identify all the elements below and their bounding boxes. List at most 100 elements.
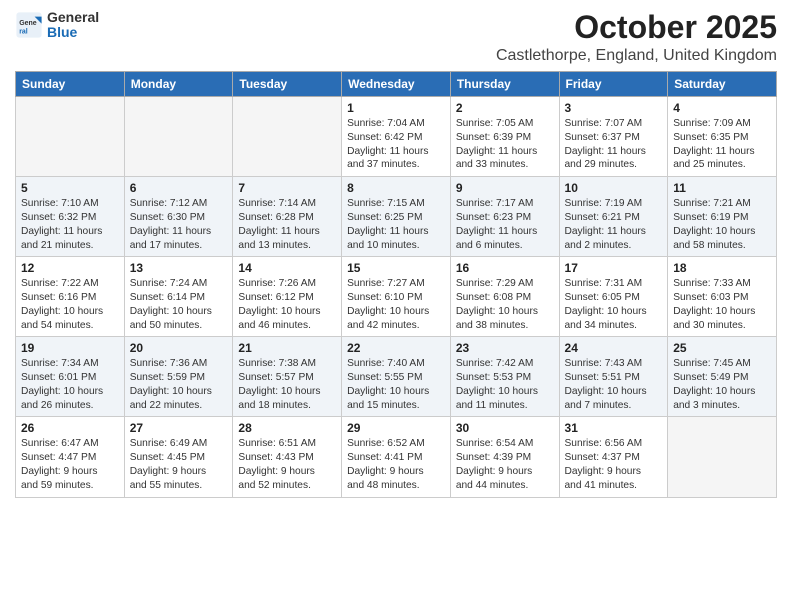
logo-text: General Blue xyxy=(47,10,99,41)
day-info: Sunrise: 6:49 AMSunset: 4:45 PMDaylight:… xyxy=(130,437,228,492)
day-number: 28 xyxy=(238,421,336,435)
calendar-cell: 26 Sunrise: 6:47 AMSunset: 4:47 PMDayligh… xyxy=(16,417,125,497)
col-thursday: Thursday xyxy=(450,72,559,97)
day-info: Sunrise: 7:33 AMSunset: 6:03 PMDaylight:… xyxy=(673,277,771,332)
calendar-cell: 24 Sunrise: 7:43 AMSunset: 5:51 PMDayligh… xyxy=(559,337,668,417)
day-number: 14 xyxy=(238,261,336,275)
svg-text:Gene: Gene xyxy=(19,20,37,27)
col-tuesday: Tuesday xyxy=(233,72,342,97)
col-sunday: Sunday xyxy=(16,72,125,97)
day-number: 25 xyxy=(673,341,771,355)
calendar-cell: 13Sunrise: 7:24 AMSunset: 6:14 PMDayligh… xyxy=(124,257,233,337)
calendar-cell: 15Sunrise: 7:27 AMSunset: 6:10 PMDayligh… xyxy=(342,257,451,337)
calendar-cell xyxy=(124,97,233,177)
day-number: 3 xyxy=(565,101,663,115)
day-number: 7 xyxy=(238,181,336,195)
day-info: Sunrise: 7:43 AMSunset: 5:51 PMDaylight:… xyxy=(565,357,663,412)
day-info: Sunrise: 7:14 AMSunset: 6:28 PMDaylight:… xyxy=(238,197,336,252)
calendar-cell: 11Sunrise: 7:21 AMSunset: 6:19 PMDayligh… xyxy=(668,177,777,257)
calendar-week-row: 26 Sunrise: 6:47 AMSunset: 4:47 PMDayligh… xyxy=(16,417,777,497)
day-number: 24 xyxy=(565,341,663,355)
calendar-cell: 18 Sunrise: 7:33 AMSunset: 6:03 PMDayligh… xyxy=(668,257,777,337)
svg-text:ral: ral xyxy=(19,29,28,36)
day-info: Sunrise: 7:12 AMSunset: 6:30 PMDaylight:… xyxy=(130,197,228,252)
day-info: Sunrise: 7:22 AMSunset: 6:16 PMDaylight:… xyxy=(21,277,119,332)
day-number: 26 xyxy=(21,421,119,435)
calendar-cell: 22Sunrise: 7:40 AMSunset: 5:55 PMDayligh… xyxy=(342,337,451,417)
day-number: 5 xyxy=(21,181,119,195)
col-friday: Friday xyxy=(559,72,668,97)
calendar-cell: 17 Sunrise: 7:31 AMSunset: 6:05 PMDayligh… xyxy=(559,257,668,337)
calendar-week-row: 5Sunrise: 7:10 AMSunset: 6:32 PMDaylight… xyxy=(16,177,777,257)
day-info: Sunrise: 7:07 AMSunset: 6:37 PMDaylight:… xyxy=(565,117,663,172)
day-number: 17 xyxy=(565,261,663,275)
calendar-cell xyxy=(16,97,125,177)
day-info: Sunrise: 6:56 AMSunset: 4:37 PMDaylight:… xyxy=(565,437,663,492)
day-info: Sunrise: 7:04 AMSunset: 6:42 PMDaylight:… xyxy=(347,117,445,172)
day-info: Sunrise: 7:31 AMSunset: 6:05 PMDaylight:… xyxy=(565,277,663,332)
calendar-cell: 10 Sunrise: 7:19 AMSunset: 6:21 PMDayligh… xyxy=(559,177,668,257)
calendar-cell: 9Sunrise: 7:17 AMSunset: 6:23 PMDaylight… xyxy=(450,177,559,257)
calendar-cell: 3 Sunrise: 7:07 AMSunset: 6:37 PMDaylight… xyxy=(559,97,668,177)
day-info: Sunrise: 6:54 AMSunset: 4:39 PMDaylight:… xyxy=(456,437,554,492)
day-number: 18 xyxy=(673,261,771,275)
day-info: Sunrise: 7:42 AMSunset: 5:53 PMDaylight:… xyxy=(456,357,554,412)
day-info: Sunrise: 6:52 AMSunset: 4:41 PMDaylight:… xyxy=(347,437,445,492)
day-number: 1 xyxy=(347,101,445,115)
calendar-cell: 19Sunrise: 7:34 AMSunset: 6:01 PMDayligh… xyxy=(16,337,125,417)
calendar-week-row: 12Sunrise: 7:22 AMSunset: 6:16 PMDayligh… xyxy=(16,257,777,337)
calendar-cell: 8Sunrise: 7:15 AMSunset: 6:25 PMDaylight… xyxy=(342,177,451,257)
col-saturday: Saturday xyxy=(668,72,777,97)
day-number: 10 xyxy=(565,181,663,195)
header: Gene ral General Blue October 2025 Castl… xyxy=(15,10,777,65)
main-title: October 2025 xyxy=(496,10,777,45)
calendar-table: Sunday Monday Tuesday Wednesday Thursday… xyxy=(15,71,777,497)
day-info: Sunrise: 6:51 AMSunset: 4:43 PMDaylight:… xyxy=(238,437,336,492)
day-info: Sunrise: 7:15 AMSunset: 6:25 PMDaylight:… xyxy=(347,197,445,252)
day-number: 4 xyxy=(673,101,771,115)
day-info: Sunrise: 7:38 AMSunset: 5:57 PMDaylight:… xyxy=(238,357,336,412)
day-number: 9 xyxy=(456,181,554,195)
day-number: 21 xyxy=(238,341,336,355)
day-info: Sunrise: 7:45 AMSunset: 5:49 PMDaylight:… xyxy=(673,357,771,412)
day-number: 23 xyxy=(456,341,554,355)
day-info: Sunrise: 7:19 AMSunset: 6:21 PMDaylight:… xyxy=(565,197,663,252)
logo-blue: Blue xyxy=(47,25,99,40)
calendar-cell xyxy=(668,417,777,497)
day-info: Sunrise: 7:27 AMSunset: 6:10 PMDaylight:… xyxy=(347,277,445,332)
calendar-cell: 27 Sunrise: 6:49 AMSunset: 4:45 PMDayligh… xyxy=(124,417,233,497)
calendar-cell: 30 Sunrise: 6:54 AMSunset: 4:39 PMDayligh… xyxy=(450,417,559,497)
day-number: 16 xyxy=(456,261,554,275)
day-number: 6 xyxy=(130,181,228,195)
day-info: Sunrise: 7:26 AMSunset: 6:12 PMDaylight:… xyxy=(238,277,336,332)
day-number: 19 xyxy=(21,341,119,355)
logo-general: General xyxy=(47,10,99,25)
day-number: 20 xyxy=(130,341,228,355)
calendar-cell: 16 Sunrise: 7:29 AMSunset: 6:08 PMDayligh… xyxy=(450,257,559,337)
calendar-week-row: 19Sunrise: 7:34 AMSunset: 6:01 PMDayligh… xyxy=(16,337,777,417)
calendar-cell: 2 Sunrise: 7:05 AMSunset: 6:39 PMDaylight… xyxy=(450,97,559,177)
calendar-cell: 20Sunrise: 7:36 AMSunset: 5:59 PMDayligh… xyxy=(124,337,233,417)
calendar-cell: 7 Sunrise: 7:14 AMSunset: 6:28 PMDaylight… xyxy=(233,177,342,257)
calendar-cell: 12Sunrise: 7:22 AMSunset: 6:16 PMDayligh… xyxy=(16,257,125,337)
day-info: Sunrise: 7:29 AMSunset: 6:08 PMDaylight:… xyxy=(456,277,554,332)
day-number: 27 xyxy=(130,421,228,435)
calendar-cell: 5Sunrise: 7:10 AMSunset: 6:32 PMDaylight… xyxy=(16,177,125,257)
calendar-cell: 29Sunrise: 6:52 AMSunset: 4:41 PMDayligh… xyxy=(342,417,451,497)
calendar-cell: 14 Sunrise: 7:26 AMSunset: 6:12 PMDayligh… xyxy=(233,257,342,337)
calendar-cell: 21 Sunrise: 7:38 AMSunset: 5:57 PMDayligh… xyxy=(233,337,342,417)
calendar-week-row: 1 Sunrise: 7:04 AMSunset: 6:42 PMDaylight… xyxy=(16,97,777,177)
calendar-cell: 25 Sunrise: 7:45 AMSunset: 5:49 PMDayligh… xyxy=(668,337,777,417)
col-monday: Monday xyxy=(124,72,233,97)
calendar-cell: 4Sunrise: 7:09 AMSunset: 6:35 PMDaylight… xyxy=(668,97,777,177)
day-number: 30 xyxy=(456,421,554,435)
day-number: 2 xyxy=(456,101,554,115)
calendar-cell: 31 Sunrise: 6:56 AMSunset: 4:37 PMDayligh… xyxy=(559,417,668,497)
day-info: Sunrise: 7:05 AMSunset: 6:39 PMDaylight:… xyxy=(456,117,554,172)
page-container: Gene ral General Blue October 2025 Castl… xyxy=(0,0,792,503)
day-number: 31 xyxy=(565,421,663,435)
logo-icon: Gene ral xyxy=(15,11,43,39)
calendar-header-row: Sunday Monday Tuesday Wednesday Thursday… xyxy=(16,72,777,97)
day-info: Sunrise: 6:47 AMSunset: 4:47 PMDaylight:… xyxy=(21,437,119,492)
subtitle: Castlethorpe, England, United Kingdom xyxy=(496,47,777,65)
